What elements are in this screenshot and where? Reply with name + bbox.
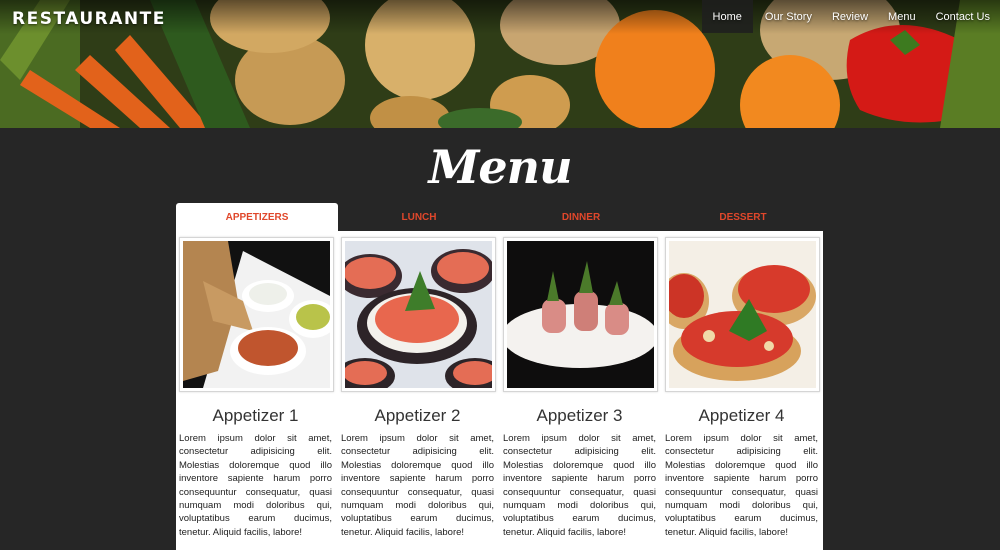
appetizer-2-photo <box>345 241 492 388</box>
appetizer-4-photo <box>669 241 816 388</box>
menu-item-description: Lorem ipsum dolor sit amet, consectetur … <box>665 433 818 538</box>
menu-item-description: Lorem ipsum dolor sit amet, consectetur … <box>503 433 656 538</box>
menu-item: Appetizer 4 Lorem ipsum dolor sit amet, … <box>665 237 827 539</box>
menu-item-name: Appetizer 1 <box>212 406 299 425</box>
nav-contact-us[interactable]: Contact Us <box>926 0 1000 33</box>
appetizer-3-photo <box>507 241 654 388</box>
tab-appetizers[interactable]: APPETIZERS <box>176 203 338 231</box>
menu-item-image[interactable] <box>341 237 496 392</box>
menu-tabs: APPETIZERS LUNCH DINNER DESSERT <box>176 203 824 231</box>
menu-item: Appetizer 1 Lorem ipsum dolor sit amet, … <box>179 237 341 539</box>
menu-item-list: Appetizer 1 Lorem ipsum dolor sit amet, … <box>179 237 827 539</box>
nav-home[interactable]: Home <box>701 0 753 33</box>
tab-dessert[interactable]: DESSERT <box>662 203 824 231</box>
nav-menu[interactable]: Menu <box>878 0 926 33</box>
menu-heading: Menu <box>428 140 572 194</box>
appetizers-panel: Appetizer 1 Lorem ipsum dolor sit amet, … <box>176 231 823 550</box>
menu-item-description: Lorem ipsum dolor sit amet, consectetur … <box>341 433 494 538</box>
menu-item: Appetizer 3 Lorem ipsum dolor sit amet, … <box>503 237 665 539</box>
hero-banner: RESTAURANTE Home Our Story Review Menu C… <box>0 0 1000 128</box>
menu-item-image[interactable] <box>665 237 820 392</box>
nav-review[interactable]: Review <box>822 0 878 33</box>
menu-item-name: Appetizer 4 <box>698 406 785 425</box>
menu-item-name: Appetizer 2 <box>374 406 461 425</box>
menu-item-description: Lorem ipsum dolor sit amet, consectetur … <box>179 433 332 538</box>
menu-item-image[interactable] <box>179 237 334 392</box>
tab-lunch[interactable]: LUNCH <box>338 203 500 231</box>
menu-item-name: Appetizer 3 <box>536 406 623 425</box>
tab-dinner[interactable]: DINNER <box>500 203 662 231</box>
menu-item-image[interactable] <box>503 237 658 392</box>
main-nav: Home Our Story Review Menu Contact Us <box>701 0 1000 33</box>
appetizer-1-photo <box>183 241 330 388</box>
menu-item: Appetizer 2 Lorem ipsum dolor sit amet, … <box>341 237 503 539</box>
site-logo[interactable]: RESTAURANTE <box>12 9 166 29</box>
nav-our-story[interactable]: Our Story <box>755 0 822 33</box>
